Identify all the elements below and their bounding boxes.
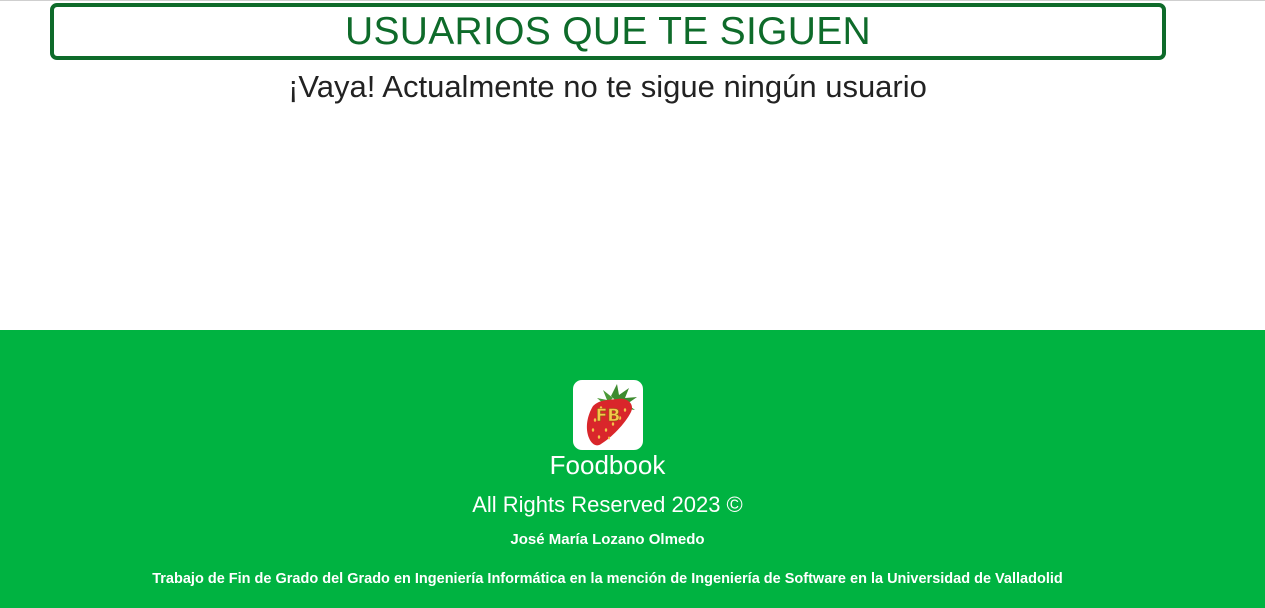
author-name: José María Lozano Olmedo	[510, 531, 705, 548]
main-content: USUARIOS QUE TE SIGUEN ¡Vaya! Actualment…	[0, 1, 1265, 329]
empty-state-message: ¡Vaya! Actualmente no te sigue ningún us…	[288, 69, 927, 104]
brand-name: Foodbook	[549, 450, 666, 480]
copyright-text: All Rights Reserved 2023 ©	[472, 492, 743, 517]
strawberry-icon: FB	[586, 384, 637, 446]
page: USUARIOS QUE TE SIGUEN ¡Vaya! Actualment…	[0, 0, 1265, 608]
page-title: USUARIOS QUE TE SIGUEN	[345, 10, 871, 53]
thesis-description: Trabajo de Fin de Grado del Grado en Ing…	[152, 571, 1063, 587]
footer: FB Foodbook All Rights Reserved 2023 © J…	[0, 330, 1265, 608]
section-title-box: USUARIOS QUE TE SIGUEN	[50, 3, 1166, 60]
strawberry-logo-icon[interactable]: FB	[573, 380, 643, 450]
logo-letters: FB	[596, 406, 621, 426]
